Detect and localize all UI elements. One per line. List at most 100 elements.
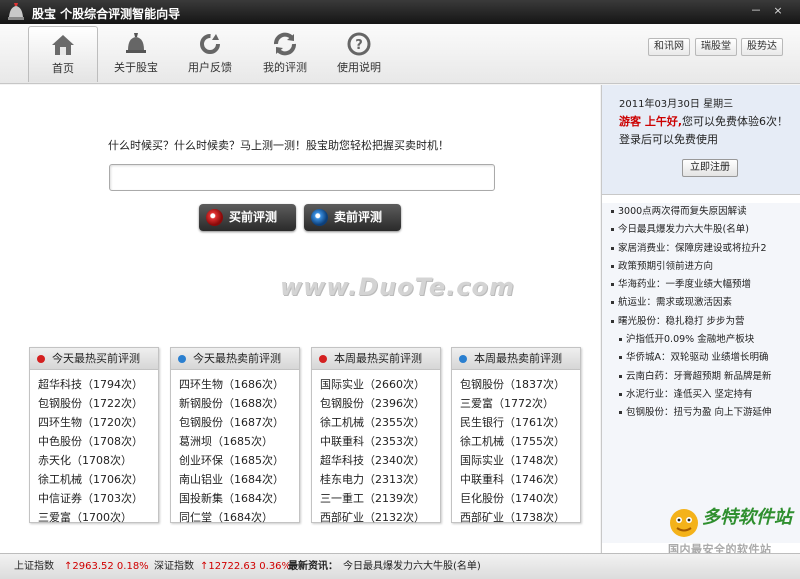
- panel-header: 今天最热买前评测: [30, 348, 158, 370]
- minimize-button[interactable]: －: [748, 4, 764, 18]
- stock-search-input[interactable]: [109, 164, 495, 191]
- red-bullet-icon: [37, 355, 45, 363]
- buy-evaluation-label: 买前评测: [229, 210, 278, 224]
- list-item[interactable]: 赤天化（1708次）: [38, 451, 158, 470]
- list-item[interactable]: 中联重科（1746次）: [460, 470, 580, 489]
- sh-index-value: ↑2963.52 0.18%: [64, 561, 149, 572]
- bullet-icon: [611, 228, 614, 232]
- tab-feedback-label: 用户反馈: [188, 61, 232, 74]
- list-item[interactable]: 徐工机械（1755次）: [460, 432, 580, 451]
- watermark: www.DuoTe.com: [280, 273, 515, 301]
- news-item[interactable]: 华海药业：一季度业绩大幅预增: [602, 276, 800, 294]
- red-dot-icon: [206, 209, 223, 226]
- tab-feedback[interactable]: 用户反馈: [175, 26, 245, 82]
- panel-title: 本周最热卖前评测: [474, 352, 562, 365]
- list-item[interactable]: 西部矿业（2132次）: [320, 508, 440, 527]
- close-button[interactable]: ×: [770, 4, 786, 18]
- news-item[interactable]: 今日最具爆发力六大牛股(名单): [602, 221, 800, 239]
- news-item[interactable]: 华侨城A：双轮驱动 业绩增长明确: [602, 349, 800, 367]
- list-item[interactable]: 民生银行（1761次）: [460, 413, 580, 432]
- buy-evaluation-button[interactable]: 买前评测: [199, 204, 296, 231]
- blue-bullet-icon: [459, 355, 467, 363]
- list-item[interactable]: 新钢股份（1688次）: [179, 394, 299, 413]
- news-ticker-text[interactable]: 今日最具爆发力六大牛股(名单): [343, 554, 481, 579]
- refresh-icon: [200, 34, 220, 54]
- list-item[interactable]: 桂东电力（2313次）: [320, 470, 440, 489]
- list-item[interactable]: 中联重科（2353次）: [320, 432, 440, 451]
- toolbar: 首页 关于股宝 用户反馈 我的评测 ? 使用说明 和讯网 瑞股堂 股势达: [0, 24, 800, 84]
- current-date: 2011年03月30日 星期三: [619, 99, 734, 110]
- list-item[interactable]: 南山铝业（1684次）: [179, 470, 299, 489]
- window-title: 股宝 个股综合评测智能向导: [32, 7, 181, 21]
- svg-text:?: ?: [355, 38, 363, 53]
- list-item[interactable]: 包钢股份（1837次）: [460, 375, 580, 394]
- red-bullet-icon: [319, 355, 327, 363]
- tab-about[interactable]: 关于股宝: [101, 26, 171, 82]
- tab-my-evaluation[interactable]: 我的评测: [250, 26, 320, 82]
- app-window: 股宝 个股综合评测智能向导 － × 首页 关于股宝 用户反馈 我的评测 ? 使用…: [0, 0, 800, 579]
- greeting-bold: 游客 上午好,: [619, 115, 683, 128]
- panel-title: 今天最热卖前评测: [193, 352, 281, 365]
- tab-help-label: 使用说明: [337, 61, 381, 74]
- bullet-icon: [611, 210, 614, 213]
- news-item[interactable]: 家居消费业：保障房建设或将拉升2: [602, 240, 800, 258]
- list-item[interactable]: 包钢股份（2396次）: [320, 394, 440, 413]
- list-item[interactable]: 葛洲坝（1685次）: [179, 432, 299, 451]
- list-item[interactable]: 三爱富（1700次）: [38, 508, 158, 527]
- bullet-icon: [619, 374, 622, 378]
- bullet-icon: [611, 319, 614, 323]
- register-button[interactable]: 立即注册: [682, 159, 738, 177]
- news-item[interactable]: 水泥行业：逢低买入 坚定持有: [602, 386, 800, 404]
- bullet-icon: [619, 338, 622, 342]
- tab-help[interactable]: ? 使用说明: [324, 26, 394, 82]
- link-ruigutang[interactable]: 瑞股堂: [695, 38, 737, 56]
- bullet-icon: [611, 283, 614, 287]
- list-item[interactable]: 四环生物（1720次）: [38, 413, 158, 432]
- news-item[interactable]: 政策预期引领前进方向: [602, 258, 800, 276]
- list-item[interactable]: 同仁堂（1684次）: [179, 508, 299, 527]
- tab-home[interactable]: 首页: [28, 26, 98, 82]
- bullet-icon: [611, 246, 614, 250]
- news-item[interactable]: 曙光股份：稳扎稳打 步步为营: [602, 313, 800, 331]
- title-bar: 股宝 个股综合评测智能向导 － ×: [0, 0, 800, 24]
- news-list: 3000点两次得而复失原因解读 今日最具爆发力六大牛股(名单) 家居消费业：保障…: [602, 203, 800, 543]
- news-item[interactable]: 3000点两次得而复失原因解读: [602, 203, 800, 221]
- list-item[interactable]: 超华科技（2340次）: [320, 451, 440, 470]
- list-item[interactable]: 中信证券（1703次）: [38, 489, 158, 508]
- greeting: 游客 上午好,您可以免费体验6次！登录后可以免费使用: [619, 113, 797, 149]
- list-item[interactable]: 巨化股份（1740次）: [460, 489, 580, 508]
- help-icon: ?: [347, 32, 371, 56]
- cycle-icon: [274, 32, 296, 56]
- list-item[interactable]: 徐工机械（1706次）: [38, 470, 158, 489]
- list-item[interactable]: 四环生物（1686次）: [179, 375, 299, 394]
- link-hexun[interactable]: 和讯网: [648, 38, 690, 56]
- list-item[interactable]: 包钢股份（1722次）: [38, 394, 158, 413]
- list-item[interactable]: 超华科技（1794次）: [38, 375, 158, 394]
- news-item[interactable]: 云南白药：牙膏超预期 新品牌是新: [602, 368, 800, 386]
- news-item-text: 包钢股份：扭亏为盈 向上下游延伸: [626, 407, 772, 419]
- list-item[interactable]: 徐工机械（2355次）: [320, 413, 440, 432]
- bullet-icon: [619, 392, 622, 396]
- list-item[interactable]: 三爱富（1772次）: [460, 394, 580, 413]
- list-item[interactable]: 创业环保（1685次）: [179, 451, 299, 470]
- list-item[interactable]: 西部矿业（1738次）: [460, 508, 580, 527]
- list-item[interactable]: 包钢股份（1687次）: [179, 413, 299, 432]
- list-item[interactable]: 国际实业（1748次）: [460, 451, 580, 470]
- blue-bullet-icon: [178, 355, 186, 363]
- list-item[interactable]: 国投新集（1684次）: [179, 489, 299, 508]
- prompt-text: 什么时候买？什么时候卖？马上测一测！股宝助您轻松把握买卖时机！: [108, 139, 449, 152]
- sz-index-value: ↑12722.63 0.36%: [200, 561, 292, 572]
- list-item[interactable]: 三一重工（2139次）: [320, 489, 440, 508]
- panel-header: 本周最热买前评测: [312, 348, 440, 370]
- news-item[interactable]: 沪指低开0.09% 金融地产板块: [602, 331, 800, 349]
- list-item[interactable]: 中色股份（1708次）: [38, 432, 158, 451]
- link-gushida[interactable]: 股势达: [741, 38, 783, 56]
- bullet-icon: [611, 301, 614, 305]
- helmet-icon: [126, 33, 146, 53]
- news-item[interactable]: 包钢股份：扭亏为盈 向上下游延伸: [602, 404, 800, 422]
- sell-evaluation-button[interactable]: 卖前评测: [304, 204, 401, 231]
- app-logo-icon: [8, 3, 24, 20]
- news-item-text: 航运业：需求或现激活因素: [618, 297, 733, 309]
- list-item[interactable]: 国际实业（2660次）: [320, 375, 440, 394]
- news-item[interactable]: 航运业：需求或现激活因素: [602, 294, 800, 312]
